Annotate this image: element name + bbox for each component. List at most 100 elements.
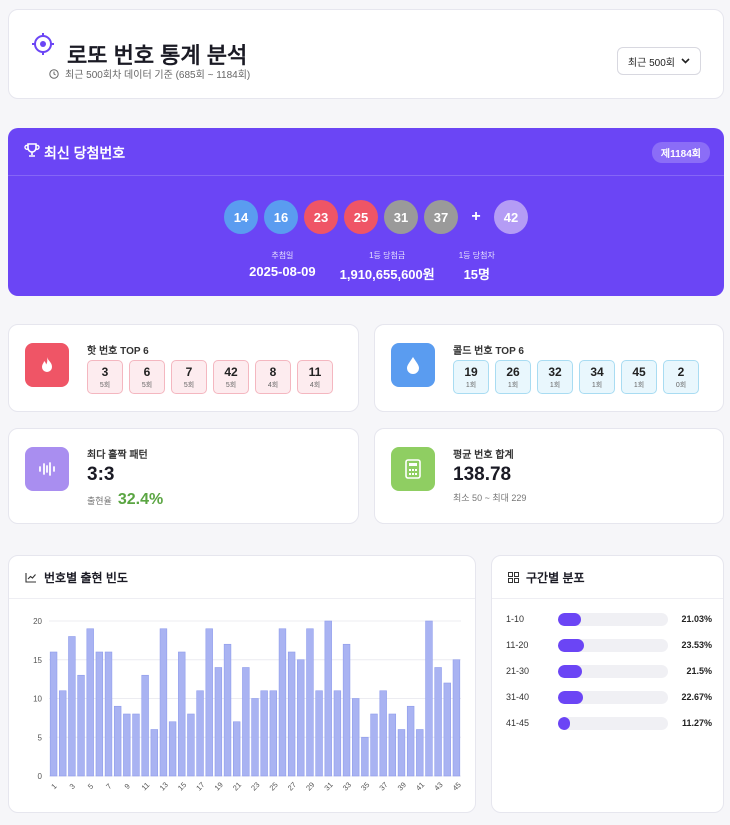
bar (406, 705, 415, 777)
number-ball: 23 (304, 200, 338, 234)
bar (223, 643, 232, 777)
drop-icon-box (391, 343, 435, 387)
x-tick-label: 13 (158, 780, 170, 792)
bar (49, 651, 58, 777)
cold-numbers-title: 콜드 번호 TOP 6 (453, 346, 524, 357)
winning-numbers: 14 16 23 25 31 37 + 42 (8, 200, 724, 234)
bar (251, 698, 259, 777)
number-ball: 14 (224, 200, 258, 234)
range-label: 21-30 (506, 666, 530, 676)
cold-numbers-card: 콜드 번호 TOP 6 19 1회 26 1회 32 1회 34 1회 45 1회 2 0회 (374, 324, 724, 412)
bar (269, 690, 277, 777)
chip-count: 4회 (267, 382, 279, 389)
chip-number: 26 (506, 365, 520, 379)
rate-value: 32.4% (117, 491, 164, 508)
distribution-row: 31-40 22.67% (506, 690, 712, 704)
waveform-icon (39, 462, 55, 476)
distribution-card: 구간별 분포 1-10 21.03% 11-20 23.53% 21-30 21… (491, 555, 724, 813)
bar (187, 713, 195, 777)
sum-value: 138.78 (453, 464, 512, 485)
x-tick-label: 43 (432, 780, 444, 792)
x-tick-label: 41 (414, 780, 426, 792)
cold-number-chip: 34 1회 (579, 360, 615, 394)
bar (342, 643, 351, 777)
distribution-title: 구간별 분포 (526, 571, 585, 585)
fire-icon-box (25, 343, 69, 387)
odd-even-card: 최다 홀짝 패턴 3:3 출현율 32.4% (8, 428, 359, 524)
bar (159, 628, 168, 777)
calculator-icon-box (391, 447, 435, 491)
bar (104, 651, 113, 777)
trophy-icon (24, 143, 40, 157)
winners-label: 1등 당첨자 (458, 251, 495, 260)
hot-number-chip: 11 4회 (297, 360, 333, 394)
chip-number: 19 (464, 365, 478, 379)
latest-draw-header: 최신 당첨번호 제1184회 (8, 128, 724, 176)
bar (150, 729, 158, 777)
x-tick-label: 31 (322, 780, 334, 792)
bar (324, 620, 332, 777)
bar (95, 651, 104, 777)
chip-count: 5회 (99, 382, 111, 389)
cold-numbers-list: 19 1회 26 1회 32 1회 34 1회 45 1회 2 0회 (453, 360, 699, 394)
grid-icon (508, 572, 519, 583)
y-tick-label: 5 (38, 733, 43, 742)
chip-number: 8 (269, 365, 277, 379)
hot-number-chip: 6 5회 (129, 360, 165, 394)
distribution-header: 구간별 분포 (508, 569, 585, 586)
subtitle-text: 최근 500회차 데이터 기준 (685회 ~ 1184회) (65, 70, 251, 81)
bar (242, 667, 250, 777)
odd-even-value: 3:3 (87, 464, 115, 485)
bar (379, 690, 387, 777)
number-ball: 37 (424, 200, 458, 234)
progress-fill (558, 638, 584, 652)
draw-date-stat: 추첨일 2025-08-09 (249, 250, 316, 283)
sum-card: 평균 번호 합계 138.78 최소 50 ~ 최대 229 (374, 428, 724, 524)
distribution-row: 1-10 21.03% (506, 612, 712, 626)
cold-number-chip: 32 1회 (537, 360, 573, 394)
distribution-row: 41-45 11.27% (506, 716, 712, 730)
clock-icon (49, 68, 59, 79)
chip-count: 1회 (591, 382, 603, 389)
chip-number: 34 (590, 365, 604, 379)
plus-sign: + (471, 208, 481, 225)
divider (9, 598, 475, 599)
hot-number-chip: 7 5회 (171, 360, 207, 394)
progress-fill (558, 716, 571, 730)
x-tick-label: 7 (104, 782, 113, 791)
odd-even-rate-row: 출현율 32.4% (87, 491, 163, 509)
bar (416, 729, 424, 777)
progress-fill (558, 690, 583, 704)
bar (370, 713, 378, 777)
y-tick-label: 0 (38, 772, 43, 781)
distribution-row: 21-30 21.5% (506, 664, 712, 678)
round-badge: 제1184회 (651, 142, 710, 163)
waveform-icon-box (25, 447, 69, 491)
x-tick-label: 19 (213, 780, 225, 792)
bar (278, 628, 287, 777)
sum-title: 평균 번호 합계 (453, 450, 514, 461)
range-percent: 11.27% (681, 718, 712, 728)
prize-value: 1,910,655,600원 (339, 267, 435, 282)
chip-number: 6 (143, 365, 151, 379)
x-tick-label: 9 (123, 782, 132, 791)
chevron-down-icon (681, 58, 690, 64)
rate-label: 출현율 (87, 496, 112, 506)
distribution-row: 11-20 23.53% (506, 638, 712, 652)
x-tick-label: 11 (140, 780, 152, 792)
chip-count: 5회 (141, 382, 153, 389)
hot-numbers-card: 핫 번호 TOP 6 3 5회 6 5회 7 5회 42 5회 8 4회 11 4회 (8, 324, 359, 412)
x-tick-label: 15 (176, 780, 188, 792)
hot-numbers-title: 핫 번호 TOP 6 (87, 346, 149, 357)
range-percent: 21.03% (681, 614, 712, 624)
prize-label: 1등 당첨금 (369, 251, 406, 260)
range-select-button[interactable]: 최근 500회 (616, 47, 701, 75)
range-label: 11-20 (506, 640, 529, 650)
x-tick-label: 45 (451, 780, 463, 792)
range-label: 1-10 (506, 614, 525, 624)
progress-track (558, 638, 668, 652)
bar (260, 690, 268, 777)
chip-count: 1회 (465, 382, 477, 389)
x-tick-label: 33 (341, 780, 353, 792)
divider (492, 598, 723, 599)
